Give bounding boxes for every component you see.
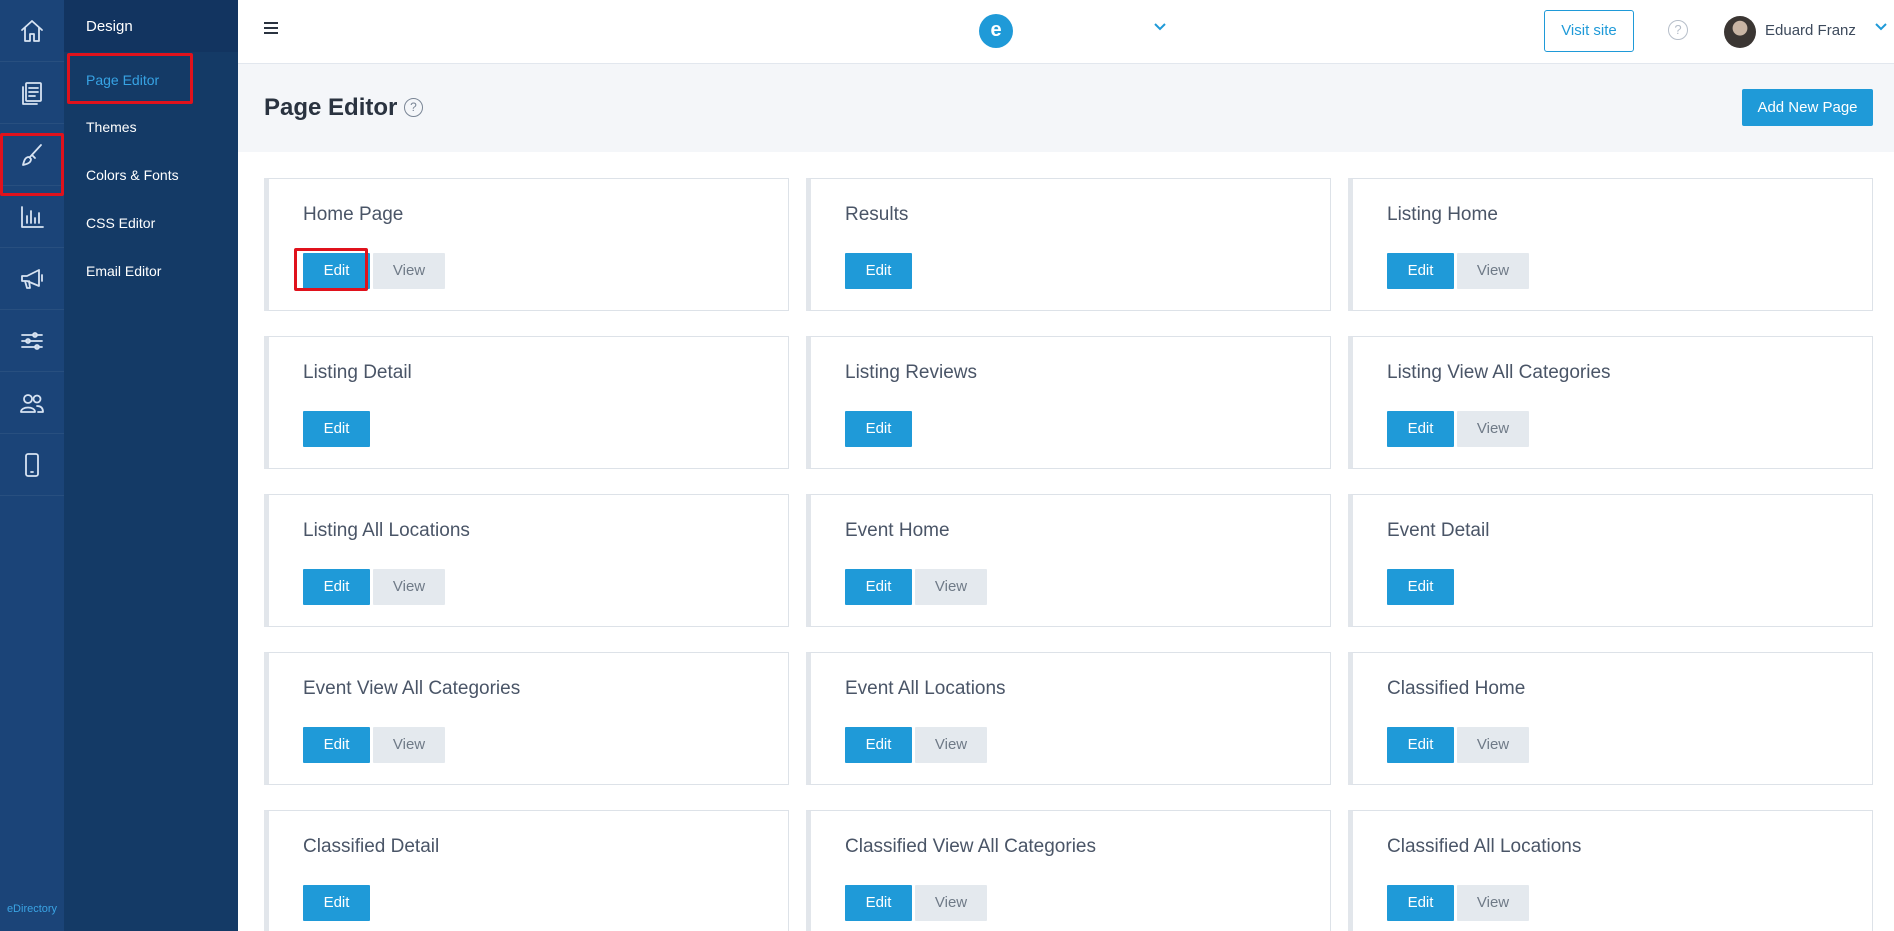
edit-button[interactable]: Edit: [1387, 727, 1454, 763]
view-button[interactable]: View: [373, 253, 445, 289]
page-card-title: Listing View All Categories: [1387, 362, 1611, 383]
page-card: Classified Detail Edit: [264, 810, 789, 931]
edit-button[interactable]: Edit: [845, 411, 912, 447]
view-button[interactable]: View: [915, 885, 987, 921]
page-card: Event Home Edit View: [806, 494, 1331, 627]
user-chevron-down-icon[interactable]: [1874, 22, 1888, 32]
page-card: Classified Home Edit View: [1348, 652, 1873, 785]
edit-button[interactable]: Edit: [845, 253, 912, 289]
view-button[interactable]: View: [915, 569, 987, 605]
page-card: Listing Detail Edit: [264, 336, 789, 469]
user-name[interactable]: Eduard Franz: [1765, 22, 1856, 39]
icon-rail: eDirectory: [0, 0, 64, 931]
page-card-title: Classified Home: [1387, 678, 1526, 699]
view-button[interactable]: View: [373, 569, 445, 605]
edit-button[interactable]: Edit: [1387, 411, 1454, 447]
site-chevron-down-icon[interactable]: [1153, 22, 1167, 32]
edit-button[interactable]: Edit: [303, 885, 370, 921]
pages-icon: [22, 81, 42, 105]
visit-site-button[interactable]: Visit site: [1544, 10, 1634, 52]
edit-button[interactable]: Edit: [845, 727, 912, 763]
edit-button[interactable]: Edit: [1387, 885, 1454, 921]
page-card-title: Listing Detail: [303, 362, 412, 383]
rail-brand: eDirectory: [6, 903, 58, 915]
rail-mobile[interactable]: [0, 434, 64, 496]
page-card-title: Classified View All Categories: [845, 836, 1096, 857]
edit-button[interactable]: Edit: [303, 411, 370, 447]
page-card-title: Event Detail: [1387, 520, 1490, 541]
submenu-item-email-editor[interactable]: Email Editor: [86, 263, 161, 279]
home-icon: [21, 19, 43, 42]
page-help-icon[interactable]: ?: [404, 98, 423, 117]
topbar: e Visit site ? Eduard Franz: [238, 0, 1894, 64]
view-button[interactable]: View: [373, 727, 445, 763]
page-card-title: Listing All Locations: [303, 520, 470, 541]
view-button[interactable]: View: [915, 727, 987, 763]
view-button[interactable]: View: [1457, 727, 1529, 763]
rail-pages[interactable]: [0, 62, 64, 124]
rail-home[interactable]: [0, 0, 64, 62]
brush-icon: [22, 143, 42, 166]
view-button[interactable]: View: [1457, 885, 1529, 921]
avatar[interactable]: [1724, 16, 1756, 48]
page-card-title: Listing Reviews: [845, 362, 977, 383]
rail-settings[interactable]: [0, 310, 64, 372]
page-card: Listing Reviews Edit: [806, 336, 1331, 469]
page-card: Classified View All Categories Edit View: [806, 810, 1331, 931]
edit-button[interactable]: Edit: [1387, 569, 1454, 605]
menu-toggle-icon[interactable]: [264, 22, 278, 34]
chart-icon: [21, 205, 44, 228]
submenu-item-colors-fonts[interactable]: Colors & Fonts: [86, 167, 179, 183]
site-logo[interactable]: e: [979, 14, 1013, 48]
page-card-title: Event View All Categories: [303, 678, 521, 699]
page-card: Event View All Categories Edit View: [264, 652, 789, 785]
page-card-title: Classified All Locations: [1387, 836, 1582, 857]
design-submenu: Design Page Editor Themes Colors & Fonts…: [64, 0, 238, 931]
add-new-page-button[interactable]: Add New Page: [1742, 89, 1873, 126]
mobile-icon: [25, 452, 39, 477]
submenu-item-themes[interactable]: Themes: [86, 119, 137, 135]
page-card: Listing View All Categories Edit View: [1348, 336, 1873, 469]
page-card: Home Page Edit View: [264, 178, 789, 311]
page-card-title: Listing Home: [1387, 204, 1498, 225]
edit-button[interactable]: Edit: [303, 253, 370, 289]
page-card: Listing All Locations Edit View: [264, 494, 789, 627]
page-list: Home Page Edit View Results Edit Listing Home…: [238, 152, 1894, 931]
view-button[interactable]: View: [1457, 411, 1529, 447]
edit-button[interactable]: Edit: [303, 569, 370, 605]
view-button[interactable]: View: [1457, 253, 1529, 289]
page-card-title: Home Page: [303, 204, 404, 225]
page-card-title: Event All Locations: [845, 678, 1006, 699]
page-card: Event All Locations Edit View: [806, 652, 1331, 785]
page-card: Classified All Locations Edit View: [1348, 810, 1873, 931]
rail-promote[interactable]: [0, 248, 64, 310]
rail-reports[interactable]: [0, 186, 64, 248]
submenu-item-page-editor[interactable]: Page Editor: [86, 72, 159, 88]
submenu-item-css-editor[interactable]: CSS Editor: [86, 215, 155, 231]
page-card: Results Edit: [806, 178, 1331, 311]
edit-button[interactable]: Edit: [303, 727, 370, 763]
sliders-icon: [21, 331, 43, 350]
rail-design[interactable]: [0, 124, 64, 186]
edit-button[interactable]: Edit: [845, 885, 912, 921]
megaphone-icon: [21, 268, 43, 289]
page-card-title: Results: [845, 204, 909, 225]
page-title: Page Editor: [264, 94, 398, 121]
users-icon: [20, 393, 44, 413]
help-icon[interactable]: ?: [1668, 20, 1688, 40]
edit-button[interactable]: Edit: [1387, 253, 1454, 289]
submenu-heading: Design: [64, 0, 238, 52]
edit-button[interactable]: Edit: [845, 569, 912, 605]
page-card-title: Classified Detail: [303, 836, 440, 857]
page-card: Event Detail Edit: [1348, 494, 1873, 627]
page-card: Listing Home Edit View: [1348, 178, 1873, 311]
rail-users[interactable]: [0, 372, 64, 434]
page-card-title: Event Home: [845, 520, 950, 541]
